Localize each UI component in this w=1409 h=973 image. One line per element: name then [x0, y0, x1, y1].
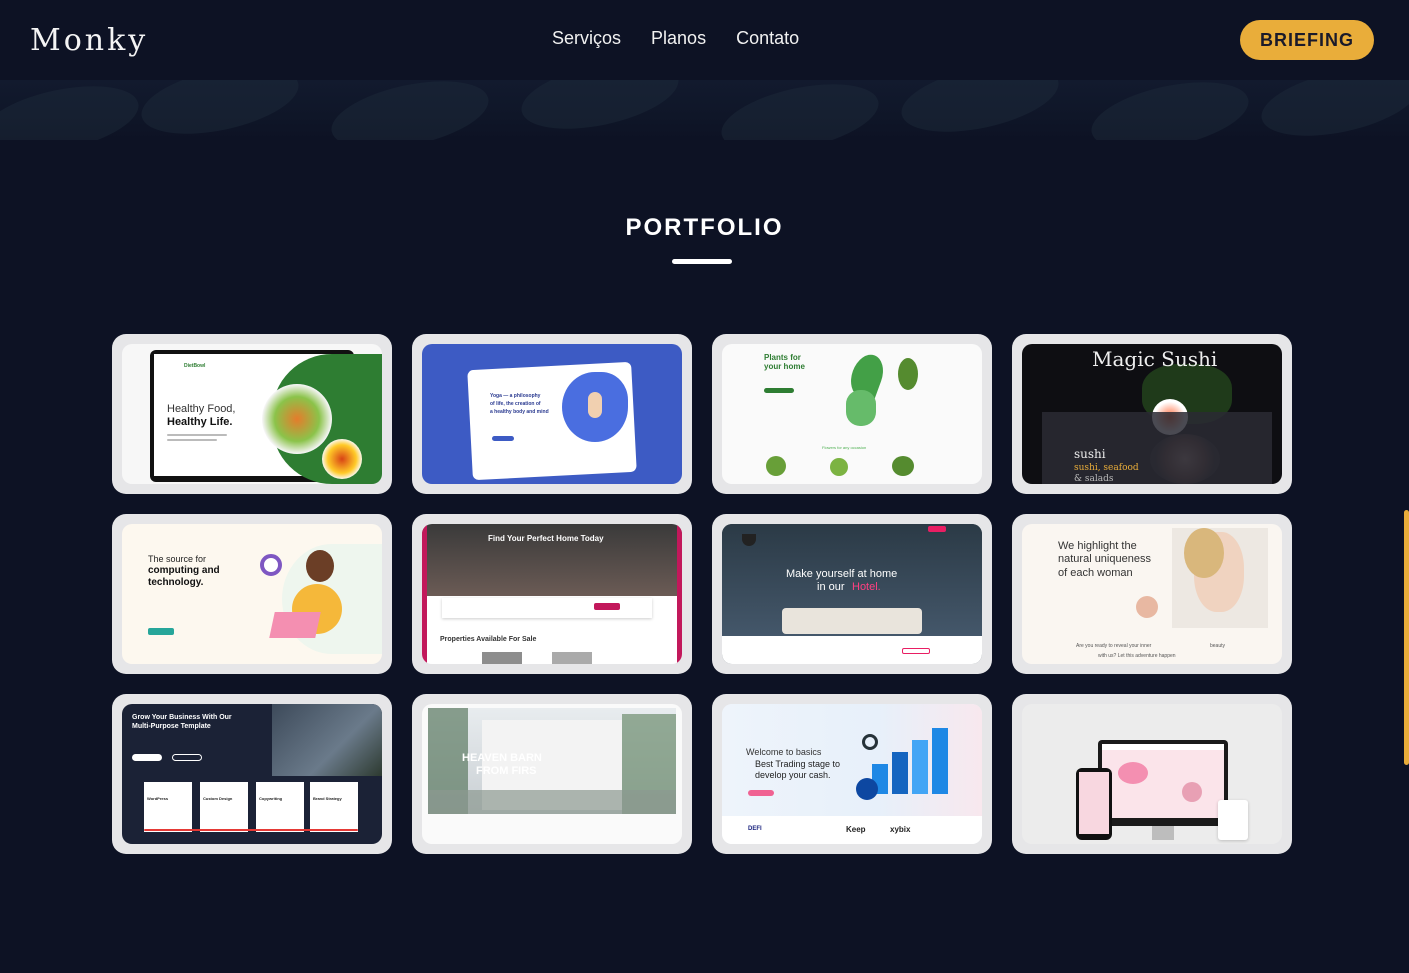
portfolio-card[interactable]: The source for computing and technology.: [112, 514, 392, 674]
portfolio-thumbnail: Yoga — a philosophy of life, the creatio…: [422, 344, 682, 484]
thumb-heading: Grow Your Business With Our: [132, 714, 232, 721]
logo[interactable]: Monky: [30, 23, 148, 58]
thumb-heading: sushi: [1074, 447, 1106, 461]
nav-link-servicos[interactable]: Serviços: [552, 28, 621, 49]
thumb-heading: technology.: [148, 577, 204, 588]
portfolio-thumbnail: DietBowl Healthy Food, Healthy Life.: [122, 344, 382, 484]
portfolio-card[interactable]: Magic Sushi sushi sushi, seafood & salad…: [1012, 334, 1292, 494]
page: Monky Serviços Planos Contato BRIEFING P…: [0, 0, 1409, 973]
nav-link-planos[interactable]: Planos: [651, 28, 706, 49]
portfolio-grid: DietBowl Healthy Food, Healthy Life. Yog…: [112, 334, 1292, 854]
thumb-subheading: & salads: [1074, 474, 1114, 484]
thumb-heading: Find Your Perfect Home Today: [488, 534, 604, 543]
thumb-heading: your home: [764, 362, 805, 371]
thumb-heading: natural uniqueness: [1058, 553, 1151, 565]
scrollbar[interactable]: [1403, 0, 1409, 973]
thumb-heading: develop your cash.: [755, 770, 831, 780]
thumb-logo: DEFI: [748, 826, 762, 832]
thumb-label: Custom Design: [203, 796, 233, 801]
thumb-brand: DietBowl: [184, 363, 206, 369]
thumb-heading: We highlight the: [1058, 540, 1137, 552]
thumb-heading: FROM FIRS: [476, 765, 537, 777]
portfolio-thumbnail: Make yourself at home in our Hotel.: [722, 524, 982, 664]
thumb-label: WordPress: [147, 796, 169, 801]
thumb-heading: Hotel.: [852, 581, 881, 593]
thumb-heading: of each woman: [1058, 567, 1133, 579]
portfolio-card[interactable]: We highlight the natural uniqueness of e…: [1012, 514, 1292, 674]
portfolio-card[interactable]: Make yourself at home in our Hotel.: [712, 514, 992, 674]
thumb-logo: Keep: [846, 825, 866, 834]
hero-background-strip: [0, 80, 1409, 140]
portfolio-card[interactable]: Plants for your home Flowers for any occ…: [712, 334, 992, 494]
thumb-heading: Plants for: [764, 353, 801, 362]
portfolio-thumbnail: Find Your Perfect Home Today Properties …: [422, 524, 682, 664]
thumb-heading: Healthy Life.: [167, 416, 233, 428]
thumb-heading: of life, the creation of: [490, 401, 541, 407]
portfolio-card[interactable]: Find Your Perfect Home Today Properties …: [412, 514, 692, 674]
portfolio-card[interactable]: Yoga — a philosophy of life, the creatio…: [412, 334, 692, 494]
scrollbar-thumb[interactable]: [1404, 510, 1409, 765]
portfolio-card[interactable]: HEAVEN BARN FROM FIRS: [412, 694, 692, 854]
portfolio-thumbnail: Plants for your home Flowers for any occ…: [722, 344, 982, 484]
thumb-heading: Best Trading stage to: [755, 759, 841, 769]
thumb-subheading: sushi, seafood: [1074, 463, 1139, 473]
thumb-logo: xybix: [890, 825, 911, 834]
thumb-heading: The source for: [148, 554, 207, 564]
portfolio-thumbnail: We highlight the natural uniqueness of e…: [1022, 524, 1282, 664]
portfolio-card[interactable]: [1012, 694, 1292, 854]
thumb-heading: in our: [817, 581, 845, 593]
portfolio-thumbnail: [1022, 704, 1282, 844]
portfolio-card[interactable]: Grow Your Business With Our Multi-Purpos…: [112, 694, 392, 854]
thumb-subheading: Flowers for any occasion: [822, 445, 867, 450]
thumb-heading: Welcome to basics: [746, 747, 822, 757]
thumb-heading: a healthy body and mind: [490, 409, 549, 415]
briefing-button[interactable]: BRIEFING: [1240, 20, 1374, 60]
portfolio-card[interactable]: Welcome to basics Best Trading stage to …: [712, 694, 992, 854]
thumb-heading: computing and: [148, 565, 220, 576]
thumb-subheading: beauty: [1210, 643, 1226, 649]
portfolio-thumbnail: Grow Your Business With Our Multi-Purpos…: [122, 704, 382, 844]
thumb-subheading: with us? Let this adventure happen: [1098, 653, 1176, 659]
thumb-subheading: Properties Available For Sale: [440, 636, 537, 643]
portfolio-card[interactable]: DietBowl Healthy Food, Healthy Life.: [112, 334, 392, 494]
thumb-heading: HEAVEN BARN: [462, 752, 542, 764]
thumb-heading: Multi-Purpose Template: [132, 723, 211, 730]
thumb-heading: Healthy Food,: [167, 403, 236, 415]
portfolio-thumbnail: Welcome to basics Best Trading stage to …: [722, 704, 982, 844]
portfolio-thumbnail: HEAVEN BARN FROM FIRS: [422, 704, 682, 844]
portfolio-thumbnail: Magic Sushi sushi sushi, seafood & salad…: [1022, 344, 1282, 484]
main-nav: Serviços Planos Contato: [552, 28, 799, 49]
title-underline: [672, 259, 732, 264]
nav-link-contato[interactable]: Contato: [736, 28, 799, 49]
thumb-heading: Yoga — a philosophy: [490, 393, 541, 399]
thumb-heading: Make yourself at home: [786, 568, 898, 580]
thumb-heading: Magic Sushi: [1092, 347, 1218, 371]
portfolio-thumbnail: The source for computing and technology.: [122, 524, 382, 664]
site-header: Monky Serviços Planos Contato BRIEFING: [0, 0, 1409, 80]
thumb-label: Brand Strategy: [313, 796, 342, 801]
thumb-label: Copywriting: [259, 796, 283, 801]
portfolio-title: PORTFOLIO: [625, 214, 784, 241]
thumb-subheading: Are you ready to reveal your inner: [1076, 643, 1152, 649]
